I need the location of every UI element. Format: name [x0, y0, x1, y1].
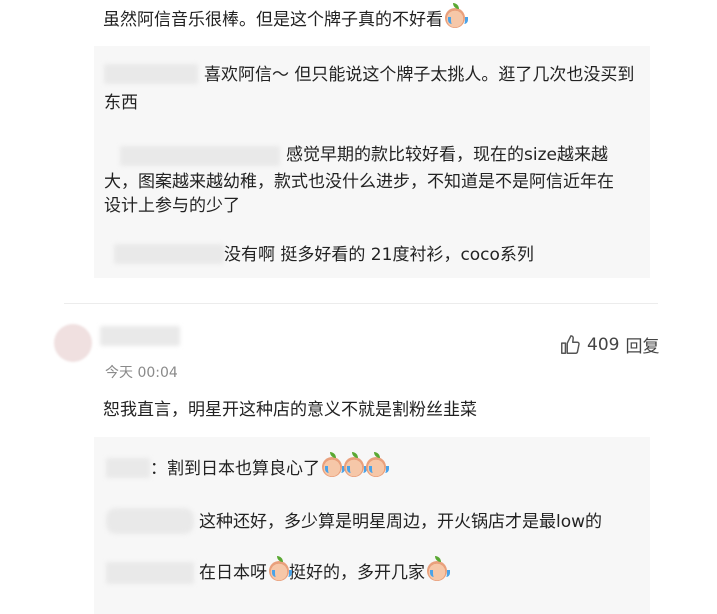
comment-time: 今天 00:04 — [105, 365, 178, 381]
reply-button[interactable]: 回复 — [625, 332, 659, 357]
like-button[interactable]: 409 回复 — [559, 332, 659, 357]
blurred-username — [106, 508, 194, 534]
thumbs-up-icon — [561, 334, 580, 354]
crying-emoji-icon — [269, 556, 292, 581]
blurred-username[interactable] — [100, 326, 180, 346]
reply-text: 感觉早期的款比较好看，现在的size越来越 — [286, 145, 608, 165]
comment-text: 恕我直言，明星开这种店的意义不就是割粉丝韭菜 — [103, 400, 477, 420]
crying-emoji-icon — [427, 556, 450, 581]
blurred-username — [106, 458, 150, 478]
like-count: 409 — [587, 334, 620, 355]
crying-emoji-icon — [445, 3, 468, 28]
reply-text-cont: 东西 — [104, 93, 138, 113]
divider — [64, 303, 658, 304]
comment-text: 虽然阿信音乐很棒。但是这个牌子真的不好看 — [103, 3, 468, 35]
reply-text: 没有啊 挺多好看的 21度衬衫，coco系列 — [224, 245, 534, 265]
blurred-username — [104, 64, 198, 84]
reply-text-cont: 设计上参与的少了 — [104, 196, 240, 216]
crying-emoji-icon — [344, 452, 367, 477]
reply-text: ：割到日本也算良心了 — [150, 452, 389, 484]
reply-text: 这种还好，多少算是明星周边，开火锅店才是最low的 — [199, 512, 603, 532]
blurred-username — [106, 562, 194, 584]
reply-text: 在日本呀 挺好的，多开几家 — [199, 556, 450, 588]
blurred-username — [120, 146, 280, 166]
crying-emoji-icon — [322, 452, 345, 477]
reply-text: 喜欢阿信～ 但只能说这个牌子太挑人。逛了几次也没买到 — [204, 65, 635, 85]
crying-emoji-icon — [366, 452, 389, 477]
avatar[interactable] — [54, 324, 92, 362]
blurred-username — [114, 244, 224, 264]
comment-body: 虽然阿信音乐很棒。但是这个牌子真的不好看 — [103, 10, 443, 30]
